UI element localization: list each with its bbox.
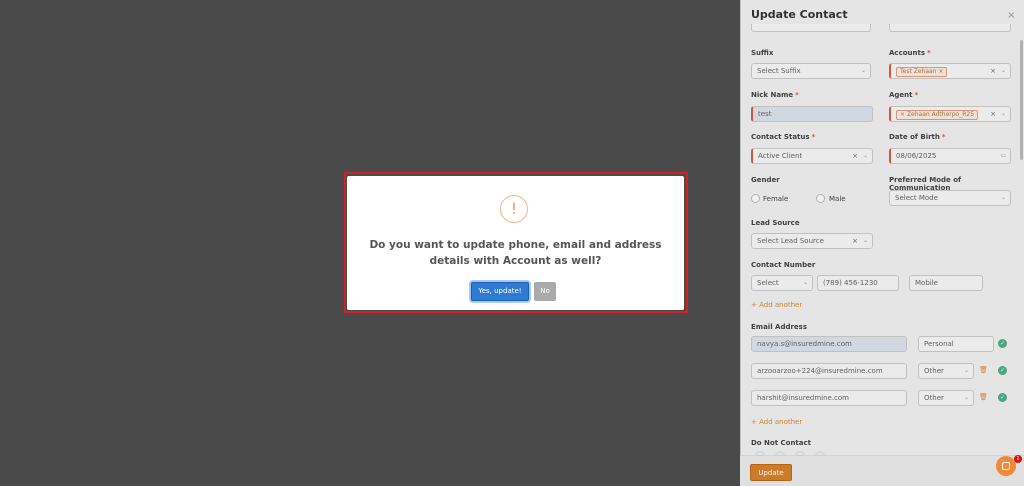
clear-icon[interactable]: × [852, 237, 858, 245]
accounts-select[interactable]: Test Zehaan × × ⌄ [889, 63, 1011, 79]
agent-select[interactable]: × Zehaan Adtherpo_R25 × ⌄ [889, 106, 1011, 122]
gender-female-radio[interactable] [751, 194, 760, 203]
gender-label: Gender [751, 176, 780, 184]
agent-tag[interactable]: × Zehaan Adtherpo_R25 [896, 110, 979, 120]
field-partial-top-right [889, 24, 1011, 32]
panel-title: Update Contact [751, 8, 848, 21]
email-type-select[interactable]: Other ⌄ [918, 363, 974, 379]
confirm-dialog: ! Do you want to update phone, email and… [347, 176, 684, 310]
suffix-select[interactable]: Select Suffix ⌄ [751, 63, 871, 79]
lead-source-label: Lead Source [751, 219, 800, 227]
email-input[interactable]: harshit@insuredmine.com [751, 390, 907, 406]
calendar-icon[interactable]: ▭ [1000, 152, 1006, 159]
add-email-link[interactable]: + Add another [751, 418, 802, 426]
nick-name-label: Nick Name * [751, 91, 799, 99]
mode-select[interactable]: Select Mode ⌄ [889, 190, 1011, 206]
warning-icon: ! [500, 195, 528, 223]
email-input[interactable]: navya.s@insuredmine.com [751, 336, 907, 352]
trash-icon[interactable]: 🗑 [979, 366, 988, 374]
clear-icon[interactable]: × [990, 67, 996, 75]
chevron-down-icon: ⌄ [1000, 110, 1006, 117]
chevron-down-icon: ⌄ [802, 279, 808, 286]
gender-male-radio[interactable] [816, 194, 825, 203]
contact-status-select[interactable]: Active Client × ⌄ [751, 148, 873, 164]
do-not-contact-label: Do Not Contact [751, 439, 812, 447]
contact-number-label: Contact Number [751, 261, 816, 269]
email-input[interactable]: arzooarzoo+224@insuredmine.com [751, 363, 907, 379]
phone-type-select[interactable]: Mobile [909, 275, 983, 291]
panel-scrollbar[interactable] [1020, 40, 1023, 160]
trash-icon[interactable]: 🗑 [979, 393, 988, 401]
suffix-label: Suffix [751, 49, 774, 57]
close-icon[interactable]: × [1007, 10, 1015, 21]
clear-icon[interactable]: × [990, 110, 996, 118]
phone-input[interactable]: (789) 456-1230 [817, 275, 899, 291]
email-label: Email Address [751, 323, 808, 331]
agent-label: Agent * [889, 91, 919, 99]
chevron-down-icon: ⌄ [963, 367, 969, 374]
no-button[interactable]: No [534, 282, 556, 301]
update-contact-panel: Update Contact × Suffix Select Suffix ⌄ … [740, 0, 1024, 486]
update-button[interactable]: Update [750, 464, 792, 481]
chat-badge: 1 [1014, 455, 1022, 463]
chevron-down-icon: ⌄ [862, 152, 868, 159]
panel-footer: Update [740, 455, 1024, 486]
email-type-select[interactable]: Other ⌄ [918, 390, 974, 406]
chevron-down-icon: ⌄ [1000, 67, 1006, 74]
dob-input[interactable]: 08/06/2025 ▭ [889, 148, 1011, 164]
gender-female-label: Female [763, 195, 789, 203]
chevron-down-icon: ⌄ [963, 394, 969, 401]
chevron-down-icon: ⌄ [862, 237, 868, 244]
verified-icon: ✓ [998, 339, 1007, 348]
chat-icon [1002, 462, 1010, 470]
clear-icon[interactable]: × [852, 152, 858, 160]
account-tag[interactable]: Test Zehaan × [896, 67, 948, 77]
accounts-label: Accounts * [889, 49, 931, 57]
verified-icon: ✓ [998, 393, 1007, 402]
dob-label: Date of Birth * [889, 133, 946, 141]
email-type-select[interactable]: Personal [918, 336, 994, 352]
field-partial-top [751, 24, 871, 32]
chevron-down-icon: ⌄ [860, 67, 866, 74]
country-code-select[interactable]: Select ⌄ [751, 275, 813, 291]
yes-update-button[interactable]: Yes, update! [471, 282, 529, 301]
lead-source-select[interactable]: Select Lead Source × ⌄ [751, 233, 873, 249]
chevron-down-icon: ⌄ [1000, 194, 1006, 201]
nick-name-input[interactable]: test [751, 106, 873, 122]
gender-male-label: Male [829, 195, 846, 203]
add-phone-link[interactable]: + Add another [751, 301, 802, 309]
dialog-question: Do you want to update phone, email and a… [369, 239, 662, 267]
contact-status-label: Contact Status * [751, 133, 816, 141]
verified-icon: ✓ [998, 366, 1007, 375]
